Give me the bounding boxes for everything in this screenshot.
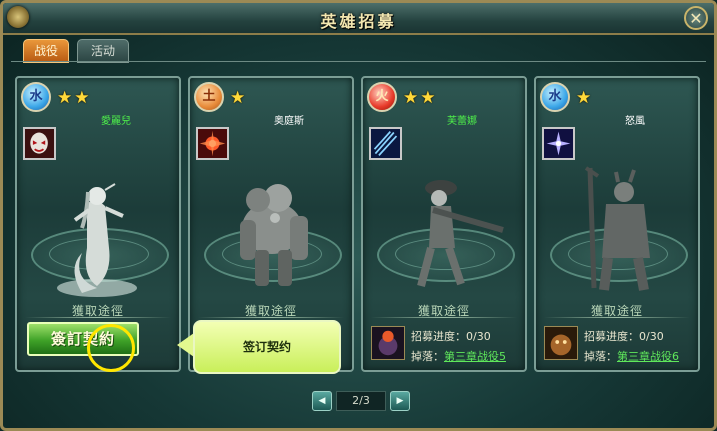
divider	[198, 317, 344, 318]
drop-label: 掉落：	[411, 350, 444, 363]
tutorial-tooltip: 签订契约	[193, 320, 341, 374]
arrow-right-icon[interactable]: ▶	[390, 391, 410, 411]
hero-name: 芙蕾娜	[447, 116, 477, 127]
hero-card-nufeng[interactable]: 水 ★ 怒風 獲取途徑 招募进度：0/30 掉落：第三章战役6	[534, 76, 700, 372]
tooltip-text: 签订契约	[242, 340, 291, 354]
drop-link[interactable]: 第三章战役5	[444, 350, 506, 363]
star-rating: ★	[230, 88, 247, 108]
fire-element-icon: 火	[367, 82, 397, 112]
hero-card-freyna[interactable]: 火 ★ ★ 芙蕾娜 獲取途徑 招募进度：0/30 掉落：第三章战役5	[361, 76, 527, 372]
star-rating: ★ ★	[403, 88, 438, 108]
star-icon: ★	[403, 88, 419, 108]
hero-name: 奥庭斯	[274, 116, 304, 127]
hero-name: 愛麗兒	[101, 116, 131, 127]
tooltip-arrow-icon	[177, 333, 194, 357]
progress-label: 招募进度：	[411, 330, 466, 343]
window-title: 英雄招募	[320, 12, 397, 31]
earth-element-icon: 土	[194, 82, 224, 112]
drop-link[interactable]: 第三章战役6	[617, 350, 679, 363]
progress-value: 0/30	[466, 330, 491, 343]
recruit-info: 招募进度：0/30 掉落：第三章战役5	[367, 322, 521, 368]
demon-mask-icon[interactable]	[23, 127, 56, 160]
fire-character-portrait-icon[interactable]	[371, 326, 405, 360]
hero-figure-golem	[240, 184, 308, 286]
title-bar: 英雄招募 ✕	[3, 3, 714, 35]
hero-recruit-window: 英雄招募 ✕ 战役 活动 水 ★ ★ 愛麗兒 獲取途徑 土 ★ 奥庭斯 獲取途徑…	[0, 0, 717, 431]
close-button[interactable]: ✕	[684, 6, 708, 30]
tutorial-highlight-ring	[87, 324, 135, 372]
star-burst-icon[interactable]	[542, 127, 575, 160]
water-beast-portrait-icon[interactable]	[544, 326, 578, 360]
star-icon: ★	[74, 88, 90, 108]
star-icon: ★	[420, 88, 436, 108]
recruit-progress: 招募进度：0/30	[584, 328, 664, 344]
drop-source: 掉落：第三章战役5	[411, 348, 506, 364]
star-rating: ★ ★	[57, 88, 92, 108]
star-rating: ★	[576, 88, 593, 108]
tab-activity[interactable]: 活动	[77, 39, 129, 63]
star-icon: ★	[57, 88, 73, 108]
star-icon: ★	[230, 88, 246, 108]
arrow-left-icon[interactable]: ◀	[312, 391, 332, 411]
recruit-progress: 招募进度：0/30	[411, 328, 491, 344]
divider	[371, 317, 517, 318]
recruit-info: 招募进度：0/30 掉落：第三章战役6	[540, 322, 694, 368]
star-icon: ★	[576, 88, 592, 108]
tab-battle[interactable]: 战役	[23, 39, 69, 63]
hero-figure-warrior	[584, 166, 650, 291]
progress-value: 0/30	[639, 330, 664, 343]
hero-figure-gunner	[417, 180, 504, 288]
hero-figure-mermaid	[57, 183, 137, 297]
drop-source: 掉落：第三章战役6	[584, 348, 679, 364]
burst-icon[interactable]	[196, 127, 229, 160]
claw-slash-icon[interactable]	[369, 127, 402, 160]
drop-label: 掉落：	[584, 350, 617, 363]
divider	[544, 317, 690, 318]
divider	[25, 317, 171, 318]
water-element-icon: 水	[540, 82, 570, 112]
hero-name: 怒風	[625, 116, 645, 127]
page-indicator: 2/3	[336, 391, 386, 411]
progress-label: 招募进度：	[584, 330, 639, 343]
water-element-icon: 水	[21, 82, 51, 112]
hero-card-area: 水 ★ ★ 愛麗兒 獲取途徑 土 ★ 奥庭斯 獲取途徑 火 ★ ★ 芙蕾娜 獲取…	[11, 61, 706, 392]
